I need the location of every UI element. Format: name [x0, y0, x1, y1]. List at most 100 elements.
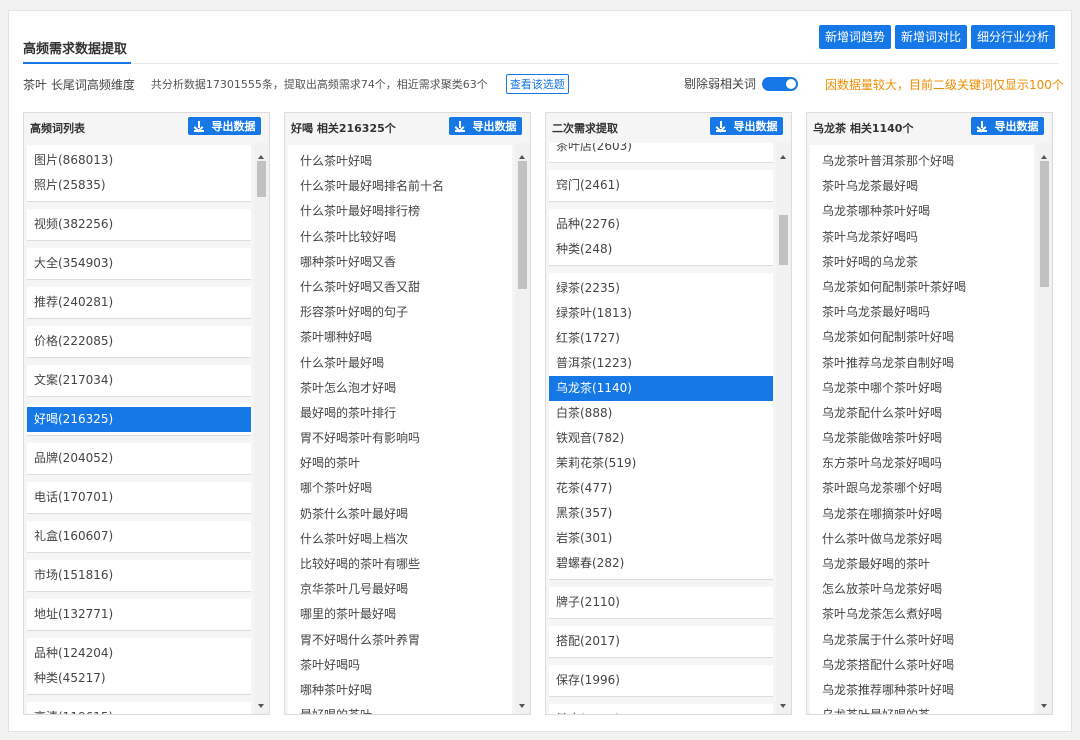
list-item[interactable]: 品牌(204052): [27, 446, 251, 471]
export-button[interactable]: 导出数据: [971, 117, 1044, 135]
list-item[interactable]: 茶叶好喝吗: [288, 653, 512, 678]
list-item[interactable]: 乌龙茶哪种茶叶好喝: [810, 199, 1034, 224]
scrollbar[interactable]: [776, 143, 791, 714]
list-item[interactable]: 白茶(888): [549, 401, 773, 426]
view-topic-button[interactable]: 查看该选题: [505, 74, 569, 94]
list-item[interactable]: 健康(1625): [549, 707, 773, 714]
scroll-up-icon[interactable]: [780, 155, 786, 159]
list-item[interactable]: 乌龙茶搭配什么茶叶好喝: [810, 653, 1034, 678]
export-button[interactable]: 导出数据: [188, 117, 261, 135]
scroll-thumb[interactable]: [779, 215, 788, 265]
list-item[interactable]: 好喝的茶叶: [288, 451, 512, 476]
list-item[interactable]: 铁观音(782): [549, 426, 773, 451]
list-item[interactable]: 乌龙茶能做啥茶叶好喝: [810, 426, 1034, 451]
list-item[interactable]: 哪个茶叶好喝: [288, 476, 512, 501]
new-word-trend-button[interactable]: 新增词趋势: [818, 25, 891, 49]
list-item[interactable]: 胃不好喝什么茶叶养胃: [288, 628, 512, 653]
list-item[interactable]: 碧螺春(282): [549, 551, 773, 576]
list-item[interactable]: 茶叶乌龙茶最好喝: [810, 174, 1034, 199]
list-item[interactable]: 乌龙茶(1140): [549, 376, 773, 401]
export-button[interactable]: 导出数据: [449, 117, 522, 135]
list-item[interactable]: 高清(119615): [27, 705, 251, 714]
list-item[interactable]: 茉莉花茶(519): [549, 451, 773, 476]
scroll-up-icon[interactable]: [258, 155, 264, 159]
list-item[interactable]: 地址(132771): [27, 602, 251, 627]
list-item[interactable]: 好喝(216325): [27, 407, 251, 432]
scrollbar[interactable]: [515, 143, 530, 714]
list-item[interactable]: 茶叶店(2603): [549, 143, 773, 159]
list-item[interactable]: 绿茶(2235): [549, 276, 773, 301]
new-word-compare-button[interactable]: 新增词对比: [894, 25, 967, 49]
list-item[interactable]: 价格(222085): [27, 329, 251, 354]
list-item[interactable]: 什么茶叶做乌龙茶好喝: [810, 527, 1034, 552]
list-item[interactable]: 礼盒(160607): [27, 524, 251, 549]
list-item[interactable]: 茶叶哪种好喝: [288, 325, 512, 350]
list-item[interactable]: 乌龙茶配什么茶叶好喝: [810, 401, 1034, 426]
scroll-thumb[interactable]: [1040, 161, 1049, 287]
scrollbar[interactable]: [1037, 143, 1052, 714]
list-item[interactable]: 哪种茶叶好喝又香: [288, 250, 512, 275]
list-item[interactable]: 乌龙茶如何配制茶叶茶好喝: [810, 275, 1034, 300]
list-item[interactable]: 乌龙茶在哪摘茶叶好喝: [810, 502, 1034, 527]
list-item[interactable]: 什么茶叶好喝又香又甜: [288, 275, 512, 300]
list-item[interactable]: 绿茶叶(1813): [549, 301, 773, 326]
scroll-down-icon[interactable]: [780, 704, 786, 708]
list-item[interactable]: 窍门(2461): [549, 173, 773, 198]
list-item[interactable]: 茶叶乌龙茶最好喝吗: [810, 300, 1034, 325]
list-item[interactable]: 比较好喝的茶叶有哪些: [288, 552, 512, 577]
list-item[interactable]: 什么茶叶最好喝: [288, 351, 512, 376]
list-item[interactable]: 搭配(2017): [549, 629, 773, 654]
weak-filter-toggle[interactable]: [762, 76, 799, 91]
list-item[interactable]: 黑茶(357): [549, 501, 773, 526]
list-item[interactable]: 乌龙茶最好喝的茶叶: [810, 552, 1034, 577]
list-item[interactable]: 什么茶叶好喝: [288, 149, 512, 174]
list-item[interactable]: 牌子(2110): [549, 590, 773, 615]
scroll-down-icon[interactable]: [519, 704, 525, 708]
list-item[interactable]: 普洱茶(1223): [549, 351, 773, 376]
list-item[interactable]: 京华茶叶几号最好喝: [288, 577, 512, 602]
list-item[interactable]: 茶叶乌龙茶怎么煮好喝: [810, 602, 1034, 627]
list-item[interactable]: 什么茶叶最好喝排名前十名: [288, 174, 512, 199]
list-item[interactable]: 种类(45217): [27, 666, 251, 691]
list-item[interactable]: 乌龙茶如何配制茶叶好喝: [810, 325, 1034, 350]
scroll-thumb[interactable]: [518, 161, 527, 289]
list-item[interactable]: 文案(217034): [27, 368, 251, 393]
industry-analysis-button[interactable]: 细分行业分析: [970, 25, 1055, 49]
list-item[interactable]: 花茶(477): [549, 476, 773, 501]
list-item[interactable]: 形容茶叶好喝的句子: [288, 300, 512, 325]
list-item[interactable]: 什么茶叶最好喝排行榜: [288, 199, 512, 224]
scroll-down-icon[interactable]: [258, 704, 264, 708]
list-item[interactable]: 大全(354903): [27, 251, 251, 276]
export-button[interactable]: 导出数据: [710, 117, 783, 135]
list-item[interactable]: 品种(2276): [549, 212, 773, 237]
list-item[interactable]: 视频(382256): [27, 212, 251, 237]
list-item[interactable]: 怎么放茶叶乌龙茶好喝: [810, 577, 1034, 602]
list-item[interactable]: 乌龙茶叶普洱茶那个好喝: [810, 149, 1034, 174]
list-item[interactable]: 茶叶怎么泡才好喝: [288, 376, 512, 401]
list-item[interactable]: 岩茶(301): [549, 526, 773, 551]
list-item[interactable]: 茶叶好喝的乌龙茶: [810, 250, 1034, 275]
list-item[interactable]: 东方茶叶乌龙茶好喝吗: [810, 451, 1034, 476]
list-item[interactable]: 茶叶跟乌龙茶哪个好喝: [810, 476, 1034, 501]
list-item[interactable]: 电话(170701): [27, 485, 251, 510]
list-item[interactable]: 奶茶什么茶叶最好喝: [288, 502, 512, 527]
list-item[interactable]: 茶叶推荐乌龙茶自制好喝: [810, 351, 1034, 376]
list-item[interactable]: 种类(248): [549, 237, 773, 262]
list-item[interactable]: 胃不好喝茶叶有影响吗: [288, 426, 512, 451]
list-item[interactable]: 乌龙茶中哪个茶叶好喝: [810, 376, 1034, 401]
list-item[interactable]: 图片(868013): [27, 148, 251, 173]
list-item[interactable]: 最好喝的茶叶: [288, 703, 512, 714]
scroll-up-icon[interactable]: [519, 155, 525, 159]
list-item[interactable]: 茶叶乌龙茶好喝吗: [810, 225, 1034, 250]
list-item[interactable]: 照片(25835): [27, 173, 251, 198]
list-item[interactable]: 乌龙茶叶最好喝的茶: [810, 703, 1034, 714]
list-item[interactable]: 品种(124204): [27, 641, 251, 666]
list-item[interactable]: 乌龙茶属于什么茶叶好喝: [810, 628, 1034, 653]
scroll-thumb[interactable]: [257, 161, 266, 197]
scroll-down-icon[interactable]: [1041, 704, 1047, 708]
list-item[interactable]: 什么茶叶比较好喝: [288, 225, 512, 250]
scrollbar[interactable]: [254, 143, 269, 714]
list-item[interactable]: 市场(151816): [27, 563, 251, 588]
list-item[interactable]: 最好喝的茶叶排行: [288, 401, 512, 426]
list-item[interactable]: 推荐(240281): [27, 290, 251, 315]
